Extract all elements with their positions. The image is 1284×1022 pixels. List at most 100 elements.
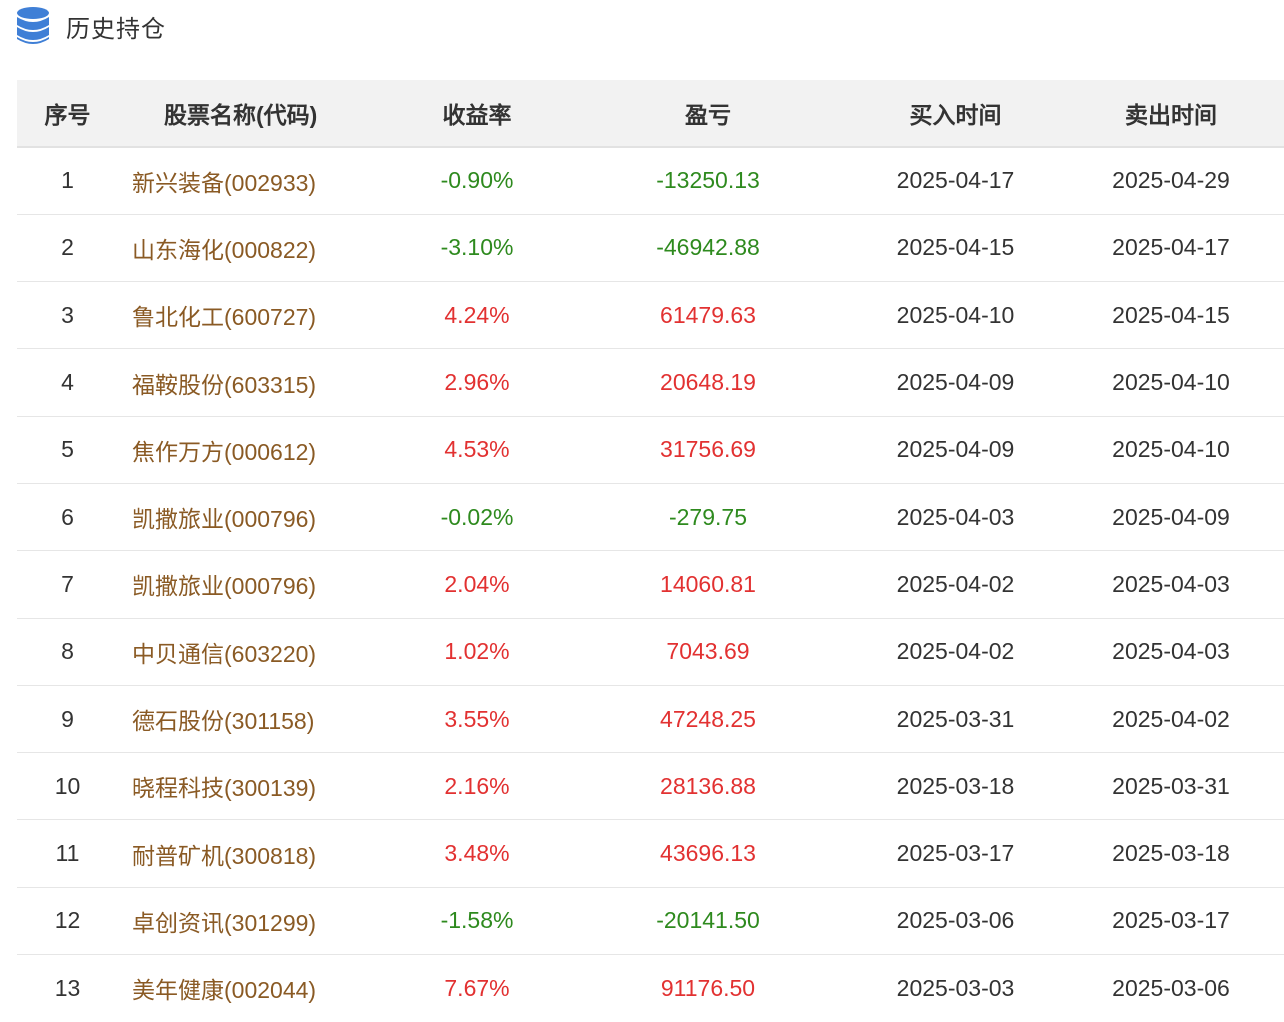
profit-loss: -20141.50 bbox=[563, 887, 853, 956]
profit-loss: 47248.25 bbox=[563, 685, 853, 754]
row-index: 11 bbox=[17, 819, 118, 888]
column-header-return[interactable]: 收益率 bbox=[391, 80, 563, 148]
table-row[interactable]: 1 新兴装备(002933) -0.90% -13250.13 2025-04-17 20… bbox=[17, 147, 1284, 215]
column-header-buy-time[interactable]: 买入时间 bbox=[853, 80, 1058, 148]
database-icon bbox=[17, 7, 49, 44]
stock-name-link[interactable]: 德石股份(301158) bbox=[118, 685, 391, 754]
buy-date: 2025-03-31 bbox=[853, 685, 1058, 754]
row-index: 7 bbox=[17, 550, 118, 619]
buy-date: 2025-04-15 bbox=[853, 214, 1058, 283]
stock-name-link[interactable]: 中贝通信(603220) bbox=[118, 618, 391, 686]
page-title: 历史持仓 bbox=[66, 15, 166, 43]
table-row[interactable]: 6 凯撒旅业(000796) -0.02% -279.75 2025-04-03 2025… bbox=[17, 483, 1284, 552]
row-index: 1 bbox=[17, 147, 118, 215]
buy-date: 2025-04-09 bbox=[853, 348, 1058, 417]
row-index: 10 bbox=[17, 752, 118, 821]
stock-name-link[interactable]: 鲁北化工(600727) bbox=[118, 281, 391, 350]
table-row[interactable]: 8 中贝通信(603220) 1.02% 7043.69 2025-04-02 2025-… bbox=[17, 618, 1284, 686]
table-body: 1 新兴装备(002933) -0.90% -13250.13 2025-04-17 20… bbox=[17, 147, 1284, 1022]
buy-date: 2025-04-09 bbox=[853, 416, 1058, 484]
section-header: 历史持仓 bbox=[16, 6, 166, 46]
stock-name-link[interactable]: 耐普矿机(300818) bbox=[118, 819, 391, 888]
profit-loss: 43696.13 bbox=[563, 819, 853, 888]
sell-date: 2025-03-31 bbox=[1058, 752, 1284, 821]
profit-loss: 20648.19 bbox=[563, 348, 853, 417]
table-row[interactable]: 4 福鞍股份(603315) 2.96% 20648.19 2025-04-09 2025… bbox=[17, 348, 1284, 417]
row-index: 12 bbox=[17, 887, 118, 956]
return-rate: 3.48% bbox=[391, 819, 563, 888]
buy-date: 2025-04-02 bbox=[853, 618, 1058, 686]
column-header-pnl[interactable]: 盈亏 bbox=[563, 80, 853, 148]
stock-name-link[interactable]: 福鞍股份(603315) bbox=[118, 348, 391, 417]
table-row[interactable]: 7 凯撒旅业(000796) 2.04% 14060.81 2025-04-02 2025… bbox=[17, 550, 1284, 619]
table-row[interactable]: 10 晓程科技(300139) 2.16% 28136.88 2025-03-18 202… bbox=[17, 752, 1284, 821]
stock-name-link[interactable]: 新兴装备(002933) bbox=[118, 147, 391, 215]
row-index: 3 bbox=[17, 281, 118, 350]
stock-name-link[interactable]: 焦作万方(000612) bbox=[118, 416, 391, 484]
profit-loss: 7043.69 bbox=[563, 618, 853, 686]
table-row[interactable]: 13 美年健康(002044) 7.67% 91176.50 2025-03-03 202… bbox=[17, 955, 1284, 1022]
return-rate: -0.02% bbox=[391, 483, 563, 552]
sell-date: 2025-03-17 bbox=[1058, 887, 1284, 956]
return-rate: -3.10% bbox=[391, 214, 563, 283]
sell-date: 2025-04-10 bbox=[1058, 348, 1284, 417]
return-rate: 2.16% bbox=[391, 752, 563, 821]
profit-loss: -13250.13 bbox=[563, 147, 853, 215]
return-rate: -0.90% bbox=[391, 147, 563, 215]
buy-date: 2025-03-18 bbox=[853, 752, 1058, 821]
sell-date: 2025-04-03 bbox=[1058, 618, 1284, 686]
profit-loss: 31756.69 bbox=[563, 416, 853, 484]
row-index: 2 bbox=[17, 214, 118, 283]
row-index: 13 bbox=[54, 974, 81, 1001]
buy-date: 2025-03-03 bbox=[896, 974, 1015, 1001]
stock-name-link[interactable]: 凯撒旅业(000796) bbox=[118, 483, 391, 552]
table-row[interactable]: 5 焦作万方(000612) 4.53% 31756.69 2025-04-09 2025… bbox=[17, 416, 1284, 484]
sell-date: 2025-04-17 bbox=[1058, 214, 1284, 283]
return-rate: -1.58% bbox=[391, 887, 563, 956]
return-rate: 4.24% bbox=[391, 281, 563, 350]
table-row[interactable]: 9 德石股份(301158) 3.55% 47248.25 2025-03-31 2025… bbox=[17, 685, 1284, 754]
row-index: 6 bbox=[17, 483, 118, 552]
table-row[interactable]: 2 山东海化(000822) -3.10% -46942.88 2025-04-15 20… bbox=[17, 214, 1284, 283]
return-rate: 2.04% bbox=[391, 550, 563, 619]
stock-name-link[interactable]: 凯撒旅业(000796) bbox=[118, 550, 391, 619]
return-rate: 7.67% bbox=[444, 974, 510, 1001]
column-header-index[interactable]: 序号 bbox=[17, 80, 118, 148]
row-index: 4 bbox=[17, 348, 118, 417]
return-rate: 2.96% bbox=[391, 348, 563, 417]
history-holdings-table: 序号 股票名称(代码) 收益率 盈亏 买入时间 卖出时间 1 新兴装备(00293… bbox=[17, 80, 1284, 1022]
return-rate: 3.55% bbox=[391, 685, 563, 754]
profit-loss: 61479.63 bbox=[563, 281, 853, 350]
buy-date: 2025-04-10 bbox=[853, 281, 1058, 350]
profit-loss: 91176.50 bbox=[660, 974, 756, 1001]
profit-loss: 28136.88 bbox=[563, 752, 853, 821]
stock-name-link[interactable]: 山东海化(000822) bbox=[118, 214, 391, 283]
sell-date: 2025-03-18 bbox=[1058, 819, 1284, 888]
buy-date: 2025-04-03 bbox=[853, 483, 1058, 552]
stock-name-link[interactable]: 卓创资讯(301299) bbox=[118, 887, 391, 956]
sell-date: 2025-04-02 bbox=[1058, 685, 1284, 754]
return-rate: 4.53% bbox=[391, 416, 563, 484]
sell-date: 2025-03-06 bbox=[1112, 974, 1230, 1001]
column-header-stock-name[interactable]: 股票名称(代码) bbox=[118, 80, 391, 148]
stock-name-link[interactable]: 晓程科技(300139) bbox=[118, 752, 391, 821]
sell-date: 2025-04-03 bbox=[1058, 550, 1284, 619]
sell-date: 2025-04-10 bbox=[1058, 416, 1284, 484]
profit-loss: -46942.88 bbox=[563, 214, 853, 283]
table-row[interactable]: 11 耐普矿机(300818) 3.48% 43696.13 2025-03-17 202… bbox=[17, 819, 1284, 888]
column-header-sell-time[interactable]: 卖出时间 bbox=[1058, 80, 1284, 148]
profit-loss: 14060.81 bbox=[563, 550, 853, 619]
table-row[interactable]: 12 卓创资讯(301299) -1.58% -20141.50 2025-03-06 2… bbox=[17, 887, 1284, 956]
sell-date: 2025-04-29 bbox=[1058, 147, 1284, 215]
sell-date: 2025-04-09 bbox=[1058, 483, 1284, 552]
buy-date: 2025-03-17 bbox=[853, 819, 1058, 888]
row-index: 5 bbox=[17, 416, 118, 484]
row-index: 9 bbox=[17, 685, 118, 754]
buy-date: 2025-03-06 bbox=[853, 887, 1058, 956]
return-rate: 1.02% bbox=[391, 618, 563, 686]
buy-date: 2025-04-17 bbox=[853, 147, 1058, 215]
sell-date: 2025-04-15 bbox=[1058, 281, 1284, 350]
table-row[interactable]: 3 鲁北化工(600727) 4.24% 61479.63 2025-04-10 2025… bbox=[17, 281, 1284, 350]
table-header-row: 序号 股票名称(代码) 收益率 盈亏 买入时间 卖出时间 bbox=[17, 80, 1284, 148]
stock-name-link[interactable]: 美年健康(002044) bbox=[118, 955, 391, 1022]
